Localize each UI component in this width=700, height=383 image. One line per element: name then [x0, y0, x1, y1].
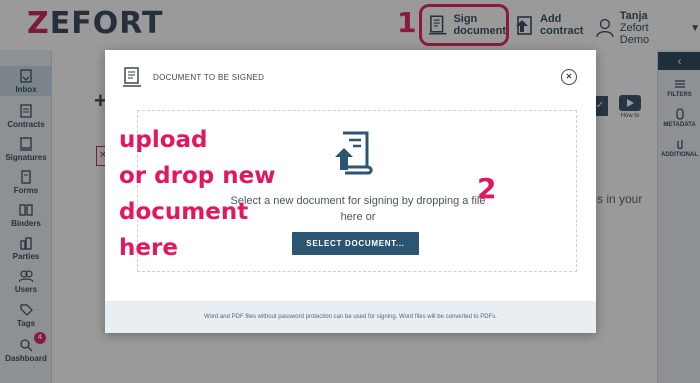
upload-document-icon — [335, 131, 373, 175]
document-icon — [123, 67, 141, 87]
close-icon[interactable]: ✕ — [561, 69, 577, 85]
upload-annotation-line-4: here — [119, 235, 178, 261]
upload-annotation: upload or drop new document here — [119, 122, 279, 266]
select-document-button[interactable]: SELECT DOCUMENT... — [292, 232, 419, 255]
upload-annotation-line-1: upload — [119, 127, 208, 153]
upload-annotation-line-3: document — [119, 199, 249, 225]
modal-footer-note: Word and PDF files without password prot… — [105, 301, 596, 333]
modal-title: DOCUMENT TO BE SIGNED — [153, 73, 265, 82]
step-2-annotation: 2 — [477, 172, 497, 205]
upload-annotation-line-2: or drop new — [119, 163, 276, 189]
